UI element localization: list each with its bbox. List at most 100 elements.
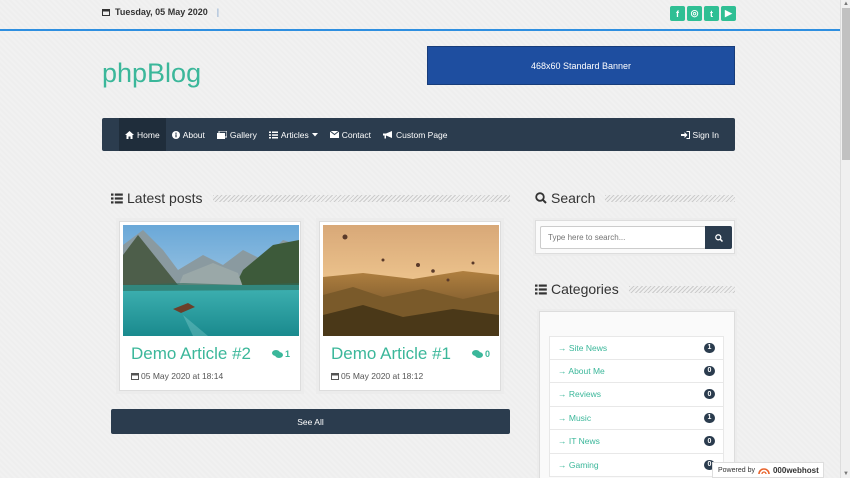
categories-heading: Categories (535, 281, 735, 297)
nav-label-sign-in: Sign In (692, 129, 719, 140)
post-title[interactable]: Demo Article #2 (131, 344, 251, 364)
balloons-image (323, 225, 499, 336)
date-separator: | (216, 7, 220, 17)
comment-count[interactable]: 0 (471, 349, 490, 359)
category-item[interactable]: → About Me 0 (549, 359, 724, 383)
search-icon (535, 192, 547, 204)
search-title: Search (551, 190, 596, 206)
post-date: 05 May 2020 at 18:14 (131, 371, 223, 381)
post-date-text: 05 May 2020 at 18:14 (141, 371, 224, 381)
date-display: Tuesday, 05 May 2020 | (102, 7, 219, 17)
social-links: f ◎ t ▶ (670, 6, 736, 21)
list-icon (111, 193, 123, 203)
post-thumbnail[interactable] (323, 225, 499, 336)
powered-by-text: Powered by (718, 466, 755, 474)
nav-label-gallery: Gallery (229, 129, 257, 140)
post-card[interactable]: Demo Article #1 0 05 May 2020 at 18:12 (319, 221, 501, 391)
search-button[interactable] (705, 226, 732, 249)
category-label: Gaming (568, 459, 599, 470)
main-navbar: Home About Gallery Articles Contact Cust… (102, 118, 735, 151)
date-text: Tuesday, 05 May 2020 (115, 7, 208, 17)
instagram-icon[interactable]: ◎ (687, 6, 702, 21)
caret-down-icon (311, 132, 318, 136)
arrow-right-icon: → (558, 459, 569, 470)
post-thumbnail[interactable] (123, 225, 299, 336)
category-count-badge: 1 (704, 412, 715, 423)
info-icon (171, 130, 180, 139)
category-label: About Me (568, 365, 605, 376)
sign-in-icon (680, 130, 690, 139)
category-list: → Site News 1 → About Me 0 → Reviews 0 →… (549, 336, 724, 477)
search-input[interactable] (540, 226, 706, 249)
comments-icon (471, 350, 483, 358)
nav-item-articles[interactable]: Articles (263, 118, 324, 151)
category-label: Music (568, 412, 592, 423)
post-card[interactable]: Demo Article #2 1 05 May 2020 at 18:14 (119, 221, 301, 391)
latest-posts-heading: Latest posts (111, 190, 510, 206)
categories-title: Categories (551, 281, 619, 297)
category-label: IT News (568, 436, 600, 447)
see-all-button[interactable]: See All (111, 409, 510, 434)
nav-item-gallery[interactable]: Gallery (211, 118, 263, 151)
list-icon (268, 131, 278, 138)
facebook-icon[interactable]: f (670, 6, 685, 21)
scrollbar-thumb[interactable] (842, 8, 850, 160)
youtube-icon[interactable]: ▶ (721, 6, 736, 21)
webhost-logo-icon (758, 467, 770, 474)
images-icon (216, 130, 227, 139)
search-heading: Search (535, 190, 735, 206)
post-date: 05 May 2020 at 18:12 (331, 371, 423, 381)
twitter-icon[interactable]: t (704, 6, 719, 21)
category-label-wrap: → IT News (558, 436, 600, 446)
arrow-right-icon: → (558, 412, 569, 423)
bullhorn-icon (383, 130, 393, 138)
category-label-wrap: → Site News (558, 343, 607, 353)
comment-count-value: 0 (484, 349, 490, 359)
category-item[interactable]: → Music 1 (549, 406, 724, 430)
category-label-wrap: → Gaming (558, 460, 599, 470)
scroll-up-arrow-icon[interactable]: ▲ (842, 0, 850, 8)
arrow-right-icon: → (558, 342, 569, 353)
categories-widget: → Site News 1 → About Me 0 → Reviews 0 →… (539, 311, 735, 478)
category-count-badge: 0 (704, 389, 715, 400)
latest-posts-title: Latest posts (127, 190, 203, 206)
category-item[interactable]: → IT News 0 (549, 430, 724, 454)
nav-item-about[interactable]: About (166, 118, 211, 151)
nav-label-home: Home (137, 129, 160, 140)
nav-item-home[interactable]: Home (119, 118, 166, 151)
heading-decoration (605, 194, 735, 202)
post-date-text: 05 May 2020 at 18:12 (341, 371, 424, 381)
comment-count[interactable]: 1 (271, 349, 290, 359)
powered-by-badge[interactable]: Powered by 000webhost (712, 462, 824, 478)
envelope-icon (329, 131, 339, 138)
search-icon (714, 233, 723, 242)
nav-item-contact[interactable]: Contact (324, 118, 377, 151)
category-label: Reviews (568, 389, 601, 400)
category-item[interactable]: → Site News 1 (549, 336, 724, 360)
site-logo[interactable]: phpBlog (102, 58, 201, 89)
top-bar: Tuesday, 05 May 2020 | f ◎ t ▶ (0, 0, 840, 31)
nav-item-sign-in[interactable]: Sign In (675, 118, 725, 151)
search-widget (535, 220, 735, 254)
nav-label-articles: Articles (280, 129, 309, 140)
category-count-badge: 0 (704, 365, 715, 376)
ad-banner[interactable]: 468x60 Standard Banner (427, 46, 735, 85)
nav-label-contact: Contact (341, 129, 372, 140)
category-item[interactable]: → Gaming 0 (549, 453, 724, 477)
nav-label-about: About (182, 129, 205, 140)
category-label: Site News (568, 342, 608, 353)
list-icon (535, 284, 547, 294)
page-scrollbar[interactable]: ▲ ▼ (840, 0, 850, 478)
nav-item-custom-page[interactable]: Custom Page (377, 118, 454, 151)
category-label-wrap: → About Me (558, 366, 605, 376)
category-item[interactable]: → Reviews 0 (549, 383, 724, 407)
calendar-icon (131, 373, 139, 380)
arrow-right-icon: → (558, 389, 569, 400)
calendar-icon (102, 9, 110, 16)
post-title[interactable]: Demo Article #1 (331, 344, 451, 364)
category-count-badge: 1 (704, 342, 715, 353)
heading-decoration (212, 194, 510, 202)
home-icon (125, 130, 134, 139)
scroll-down-arrow-icon[interactable]: ▼ (842, 470, 850, 478)
arrow-right-icon: → (558, 365, 569, 376)
